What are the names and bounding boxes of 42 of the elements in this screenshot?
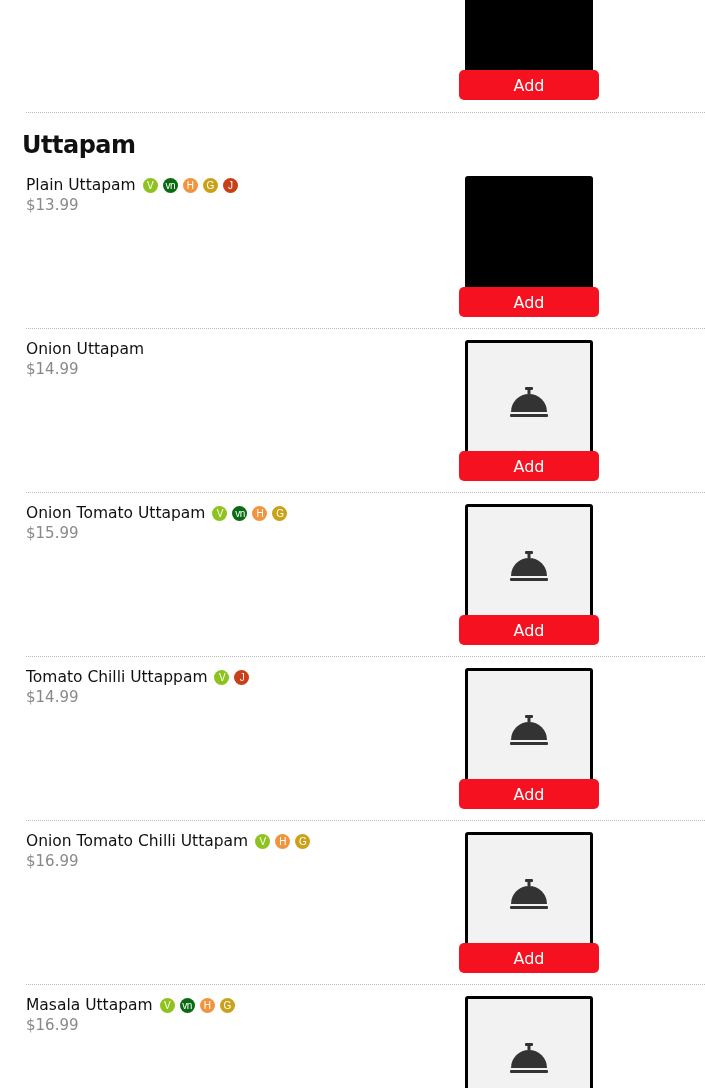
item-name: Masala Uttapam (26, 996, 153, 1014)
diet-badge: G (295, 833, 311, 849)
item-name: Plain Uttapam (26, 176, 136, 194)
diet-badge: H (199, 997, 215, 1013)
diet-badge: V (255, 833, 271, 849)
add-button[interactable]: Add (459, 287, 599, 317)
item-name: Tomato Chilli Uttappam (26, 668, 208, 686)
section-heading: Uttapam (22, 130, 137, 160)
diet-badge: G (202, 177, 218, 193)
diet-badge: G (219, 997, 235, 1013)
diet-badge: vn (232, 505, 248, 521)
bell-icon (509, 1042, 549, 1073)
bell-icon (509, 550, 549, 581)
item-price: $13.99 (26, 196, 80, 214)
item-name: Onion Tomato Uttapam (26, 504, 206, 522)
diet-badge: H (252, 505, 268, 521)
diet-badge: H (275, 833, 291, 849)
diet-badge: V (212, 505, 228, 521)
item-price: $15.99 (26, 524, 80, 542)
item-name: Onion Tomato Chilli Uttapam (26, 832, 249, 850)
add-button[interactable]: Add (459, 451, 599, 481)
add-button[interactable]: Add (459, 943, 599, 973)
diet-badge: H (182, 177, 198, 193)
diet-badge: vn (179, 997, 195, 1013)
item-price: $14.99 (26, 360, 80, 378)
item-price: $16.99 (26, 1016, 80, 1034)
diet-badge: V (159, 997, 175, 1013)
add-button[interactable]: Add (459, 615, 599, 645)
add-button[interactable]: Add (459, 70, 599, 100)
item-name: Onion Uttapam (26, 340, 144, 358)
diet-badge: J (222, 177, 238, 193)
item-price: $14.99 (26, 688, 80, 706)
diet-badge: J (234, 669, 250, 685)
add-button[interactable]: Add (459, 779, 599, 809)
bell-icon (509, 714, 549, 745)
diet-badge: G (272, 505, 288, 521)
item-price: $16.99 (26, 852, 80, 870)
diet-badge: V (142, 177, 158, 193)
bell-icon (509, 878, 549, 909)
bell-icon (509, 386, 549, 417)
diet-badge: V (214, 669, 230, 685)
diet-badge: vn (162, 177, 178, 193)
